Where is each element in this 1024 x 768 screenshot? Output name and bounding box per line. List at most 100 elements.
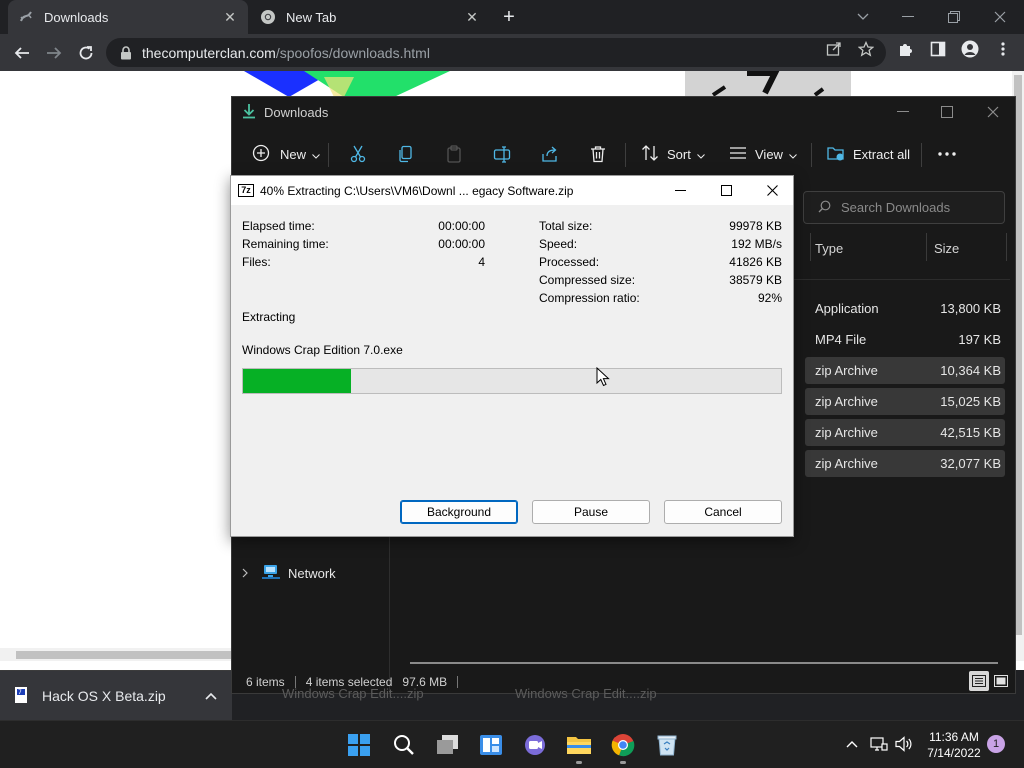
sort-arrows-icon: [641, 144, 659, 165]
view-lines-icon: [729, 144, 747, 165]
file-type: zip Archive: [815, 363, 878, 378]
file-row-selected[interactable]: zip Archive 42,515 KB: [805, 419, 1005, 446]
tab-downloads[interactable]: Downloads ✕: [8, 0, 248, 34]
back-arrow-icon[interactable]: [10, 41, 34, 65]
nav-pane-divider[interactable]: [389, 537, 390, 693]
kebab-menu-icon[interactable]: [994, 41, 1012, 57]
view-button[interactable]: View: [729, 141, 797, 167]
sort-label: Sort: [667, 146, 691, 162]
chrome-icon: [260, 9, 276, 25]
file-type: Application: [815, 301, 879, 316]
paste-icon[interactable]: [445, 141, 463, 167]
search-icon[interactable]: [390, 731, 418, 759]
pause-button[interactable]: Pause: [532, 500, 650, 524]
more-options-icon[interactable]: [938, 141, 956, 167]
operation-status: Extracting: [242, 310, 296, 324]
rename-icon[interactable]: [493, 141, 511, 167]
forward-arrow-icon[interactable]: [42, 41, 66, 65]
explorer-horizontal-scrollbar[interactable]: [410, 662, 998, 664]
nav-item-network[interactable]: Network: [242, 563, 336, 583]
clock-date: 7/14/2022: [927, 746, 981, 760]
close-window-icon[interactable]: [970, 97, 1016, 127]
start-windows-icon[interactable]: [345, 731, 373, 759]
minimize-icon[interactable]: [880, 97, 926, 127]
background-window-items: Windows Crap Edit....zip Windows Crap Ed…: [232, 680, 1016, 720]
network-status-icon[interactable]: [870, 735, 888, 753]
file-size: 197 KB: [958, 332, 1001, 347]
widgets-icon[interactable]: [477, 731, 505, 759]
file-explorer-icon[interactable]: [565, 731, 593, 759]
column-header-type[interactable]: Type: [815, 241, 843, 256]
chevron-up-icon[interactable]: [843, 735, 861, 753]
download-arrow-icon: [242, 103, 256, 122]
column-divider[interactable]: [926, 233, 927, 261]
cancel-button[interactable]: Cancel: [664, 500, 782, 524]
processed-label: Processed:: [539, 255, 600, 269]
file-row-selected[interactable]: zip Archive 15,025 KB: [805, 388, 1005, 415]
chevron-up-icon[interactable]: [205, 688, 217, 703]
search-box[interactable]: Search Downloads: [803, 191, 1005, 224]
file-row[interactable]: Application 13,800 KB: [805, 295, 1005, 322]
close-tab-icon[interactable]: ✕: [464, 9, 480, 25]
url-host: thecomputerclan.com: [142, 44, 276, 61]
new-button[interactable]: New: [252, 141, 320, 167]
volume-speaker-icon[interactable]: [895, 735, 913, 753]
tab-search-chevron-icon[interactable]: [841, 6, 885, 28]
column-divider[interactable]: [1006, 233, 1007, 261]
copy-icon[interactable]: [397, 141, 415, 167]
browser-tabstrip: Downloads ✕ New Tab ✕ +: [0, 0, 1024, 34]
background-button[interactable]: Background: [400, 500, 518, 524]
share-icon[interactable]: [825, 41, 843, 57]
search-icon: [818, 200, 831, 216]
speed-label: Speed:: [539, 237, 578, 251]
download-item[interactable]: 7 Hack OS X Beta.zip: [12, 682, 166, 710]
new-tab-button[interactable]: +: [498, 6, 520, 28]
bookmark-star-icon[interactable]: [857, 41, 875, 57]
recycle-bin-icon[interactable]: [653, 731, 681, 759]
compression-ratio-label: Compression ratio:: [539, 291, 640, 305]
delete-trash-icon[interactable]: [589, 141, 607, 167]
chevron-right-icon[interactable]: [242, 566, 248, 581]
mouse-pointer-icon: [596, 367, 610, 387]
tab-new-tab[interactable]: New Tab ✕: [250, 0, 490, 34]
system-clock[interactable]: 11:36 AM 7/14/2022: [918, 729, 990, 761]
file-row-selected[interactable]: zip Archive 10,364 KB: [805, 357, 1005, 384]
share-icon[interactable]: [541, 141, 559, 167]
file-row-selected[interactable]: zip Archive 32,077 KB: [805, 450, 1005, 477]
close-tab-icon[interactable]: ✕: [222, 9, 238, 25]
file-type: zip Archive: [815, 394, 878, 409]
notification-count-badge[interactable]: 1: [987, 735, 1005, 753]
minimize-icon[interactable]: [886, 6, 930, 28]
network-label: Network: [288, 565, 336, 581]
address-bar[interactable]: thecomputerclan.com/spoofos/downloads.ht…: [106, 38, 886, 67]
close-window-icon[interactable]: [749, 176, 795, 205]
extensions-puzzle-icon[interactable]: [897, 41, 915, 57]
extract-progress-dialog: 7z 40% Extracting C:\Users\VM6\Downl ...…: [230, 175, 794, 537]
windows-taskbar: 11:36 AM 7/14/2022 1: [0, 720, 1024, 768]
minimize-icon[interactable]: [657, 176, 703, 205]
sort-button[interactable]: Sort: [641, 141, 705, 167]
side-panel-icon[interactable]: [929, 41, 947, 57]
lock-icon[interactable]: [120, 45, 132, 60]
close-window-icon[interactable]: [978, 6, 1022, 28]
reload-icon[interactable]: [74, 41, 98, 65]
profile-avatar-icon[interactable]: [961, 40, 979, 58]
column-header-size[interactable]: Size: [934, 241, 959, 256]
chrome-icon[interactable]: [609, 731, 637, 759]
column-divider[interactable]: [810, 233, 811, 261]
file-row[interactable]: MP4 File 197 KB: [805, 326, 1005, 353]
maximize-icon[interactable]: [703, 176, 749, 205]
task-view-icon[interactable]: [434, 731, 462, 759]
current-file-name: Windows Crap Edition 7.0.exe: [242, 343, 403, 357]
cut-icon[interactable]: [349, 141, 367, 167]
file-size: 15,025 KB: [940, 394, 1001, 409]
browser-toolbar: thecomputerclan.com/spoofos/downloads.ht…: [0, 34, 1024, 71]
extract-all-button[interactable]: Extract all: [827, 141, 910, 167]
teams-chat-icon[interactable]: [521, 731, 549, 759]
progress-fill: [243, 369, 351, 393]
file-type: zip Archive: [815, 456, 878, 471]
restore-icon[interactable]: [932, 6, 976, 28]
header-separator: [792, 279, 1010, 280]
maximize-icon[interactable]: [924, 97, 970, 127]
file-size: 10,364 KB: [940, 363, 1001, 378]
